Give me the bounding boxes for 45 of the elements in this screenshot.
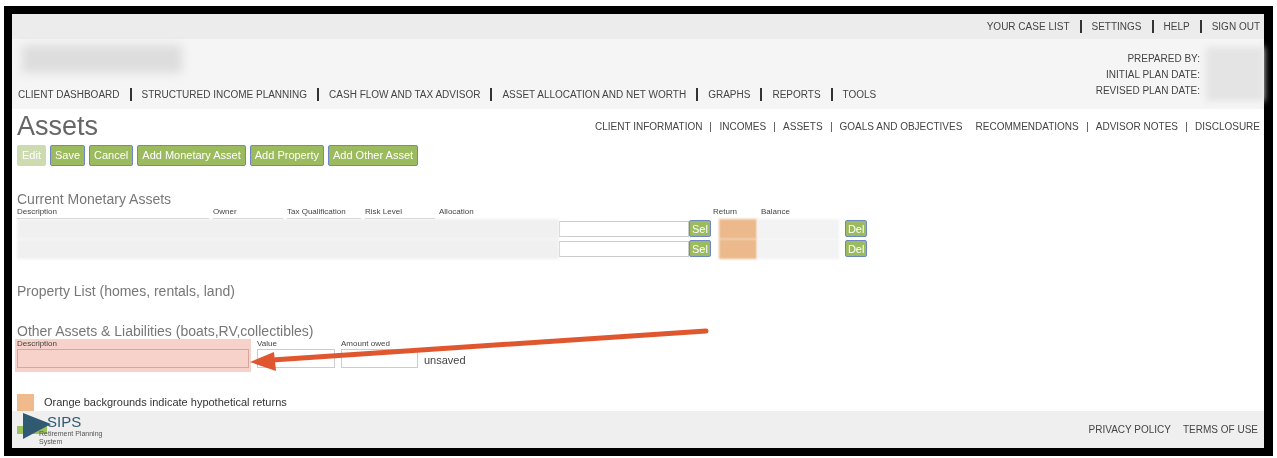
section-link[interactable]: RECOMMENDATIONS [975, 121, 1079, 133]
page-title: Assets [17, 111, 100, 143]
logo-text: SIPS [47, 413, 82, 431]
allocation-field[interactable] [559, 220, 689, 237]
footer-link[interactable]: TERMS OF USE [1183, 423, 1258, 435]
plan-info-label: INITIAL PLAN DATE: [1106, 68, 1200, 80]
legend-text: Orange backgrounds indicate hypothetical returns [44, 396, 287, 409]
field-label: Value [257, 338, 277, 349]
footer-link[interactable]: PRIVACY POLICY [1088, 423, 1171, 435]
section-link[interactable]: ASSETS [783, 121, 823, 133]
nav-link[interactable]: STRUCTURED INCOME PLANNING [141, 88, 308, 100]
plan-info-label: PREPARED BY: [1127, 52, 1200, 64]
section-link[interactable]: ADVISOR NOTES [1095, 121, 1178, 133]
nav-link[interactable]: ASSET ALLOCATION AND NET WORTH [502, 88, 687, 100]
column-header: Tax Qualification [287, 206, 361, 219]
top-link[interactable]: HELP [1163, 21, 1190, 33]
allocation-field[interactable] [559, 240, 689, 257]
nav-link[interactable]: CLIENT DASHBOARD [18, 88, 120, 100]
section-link[interactable]: DISCLOSURE [1195, 121, 1260, 133]
redacted-plan-values [1206, 47, 1264, 101]
field-label: Description [17, 338, 58, 349]
plan-info-label: REVISED PLAN DATE: [1095, 84, 1200, 96]
top-link[interactable]: YOUR CASE LIST [986, 21, 1070, 33]
column-header: Balance [761, 206, 791, 218]
nav-link[interactable]: CASH FLOW AND TAX ADVISOR [329, 88, 481, 100]
nav-link[interactable]: REPORTS [772, 88, 821, 100]
save-status: unsaved [424, 353, 466, 366]
section-link[interactable]: INCOMES [719, 121, 767, 133]
nav-link[interactable]: TOOLS [842, 88, 877, 100]
section-link[interactable]: CLIENT INFORMATION [595, 121, 703, 133]
column-header: Description [17, 206, 209, 219]
column-header: Owner [213, 206, 283, 219]
nav-link[interactable]: GRAPHS [708, 88, 751, 100]
section-title: Current Monetary Assets [17, 190, 173, 207]
input-field[interactable] [17, 348, 249, 368]
column-header: Return [713, 206, 738, 218]
top-link[interactable]: SETTINGS [1091, 21, 1142, 33]
section-title: Other Assets & Liabilities (boats,RV,collectibles) [17, 322, 315, 339]
top-link[interactable]: SIGN OUT [1211, 21, 1260, 33]
legend-swatch [17, 393, 34, 411]
section-link[interactable]: GOALS AND OBJECTIVES [839, 121, 963, 133]
field-label: Amount owed [341, 338, 391, 349]
section-title: Property List (homes, rentals, land) [17, 282, 236, 299]
column-header: Risk Level [365, 206, 435, 219]
column-header: Allocation [439, 206, 475, 218]
